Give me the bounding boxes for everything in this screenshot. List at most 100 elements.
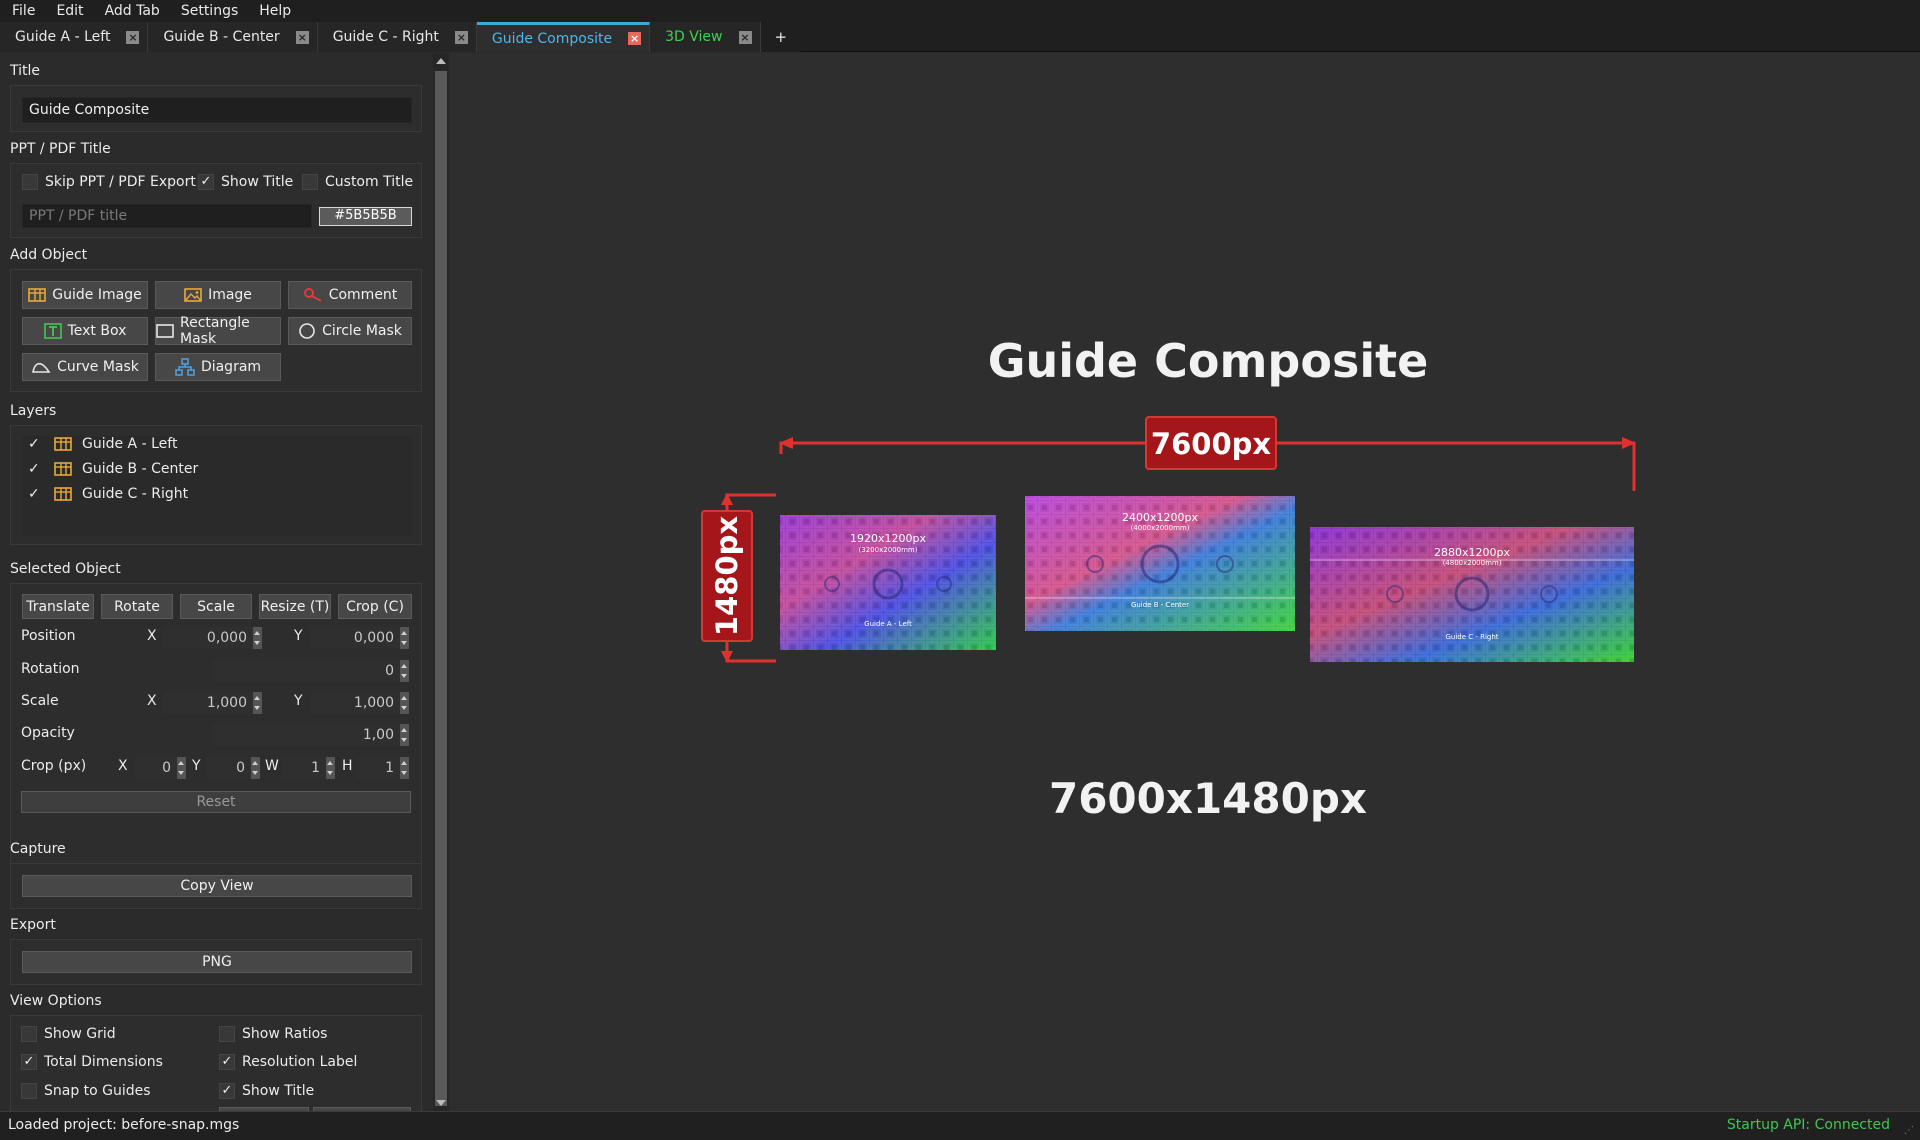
- scrollbar-thumb[interactable]: [435, 71, 447, 1106]
- position-x-input[interactable]: 0,000: [163, 627, 253, 649]
- crop-w-spinner[interactable]: [326, 757, 335, 779]
- checkbox-box[interactable]: [21, 1083, 37, 1099]
- comment-pin-icon: [303, 287, 323, 303]
- layer-item-guide-b[interactable]: ✓ Guide B - Center: [28, 461, 198, 477]
- checkbox-box[interactable]: ✓: [21, 1054, 37, 1070]
- menu-help[interactable]: Help: [247, 0, 300, 22]
- button-label: Comment: [328, 287, 398, 303]
- checkbox-label: Total Dimensions: [44, 1054, 163, 1070]
- opacity-spinner[interactable]: [400, 724, 409, 746]
- checkbox-box[interactable]: [302, 174, 318, 190]
- layer-name: Guide C - Right: [82, 486, 189, 502]
- menu-add-tab[interactable]: Add Tab: [93, 0, 169, 22]
- rotation-spinner[interactable]: [400, 660, 409, 682]
- menu-file[interactable]: File: [0, 0, 44, 22]
- position-y-input[interactable]: 0,000: [310, 627, 400, 649]
- guide-image-c[interactable]: 2880x1200px (4800x2000mm) Guide C - Righ…: [1310, 527, 1634, 662]
- panel-scrollbar[interactable]: [433, 53, 449, 1111]
- add-circle-mask-button[interactable]: Circle Mask: [288, 317, 412, 345]
- scale-y-input[interactable]: 1,000: [310, 692, 400, 714]
- menu-settings[interactable]: Settings: [169, 0, 247, 22]
- position-x-axis-label: X: [147, 628, 157, 644]
- show-ratios-checkbox[interactable]: Show Ratios: [219, 1026, 327, 1042]
- resize-mode-button[interactable]: Resize (T): [259, 594, 331, 619]
- checkbox-label: Show Ratios: [242, 1026, 328, 1042]
- copy-view-button[interactable]: Copy View: [22, 875, 412, 897]
- checkbox-box[interactable]: [219, 1026, 235, 1042]
- checkbox-box[interactable]: ✓: [198, 174, 214, 190]
- scale-x-spinner[interactable]: [253, 692, 262, 714]
- composite-canvas[interactable]: Guide Composite 7600px 1480px 1920x1200p…: [450, 53, 1920, 1111]
- add-image-button[interactable]: Image: [155, 281, 281, 309]
- ppt-group: Skip PPT / PDF Export ✓ Show Title Custo…: [10, 163, 422, 238]
- crop-h-spinner[interactable]: [400, 757, 409, 779]
- tab-label: Guide Composite: [491, 30, 613, 47]
- tab-guide-a[interactable]: Guide A - Left ×: [0, 22, 149, 52]
- opacity-input[interactable]: 1,00: [212, 724, 400, 746]
- scale-x-axis-label: X: [147, 693, 157, 709]
- title-input[interactable]: Guide Composite: [22, 97, 412, 123]
- checkbox-box[interactable]: ✓: [219, 1054, 235, 1070]
- tab-guide-composite[interactable]: Guide Composite ×: [476, 22, 651, 52]
- show-grid-checkbox[interactable]: Show Grid: [21, 1026, 116, 1042]
- position-y-spinner[interactable]: [400, 627, 409, 649]
- add-curve-mask-button[interactable]: Curve Mask: [22, 353, 148, 381]
- resolution-label-checkbox[interactable]: ✓ Resolution Label: [219, 1054, 357, 1070]
- ppt-title-input[interactable]: PPT / PDF title: [22, 204, 312, 228]
- close-icon[interactable]: ×: [295, 30, 309, 44]
- add-diagram-button[interactable]: Diagram: [155, 353, 281, 381]
- close-icon[interactable]: ×: [628, 32, 642, 45]
- checkbox-box[interactable]: ✓: [219, 1083, 235, 1099]
- title-color-swatch[interactable]: #5B5B5B: [319, 207, 412, 226]
- guide-image-a[interactable]: 1920x1200px (3200x2000mm) Guide A - Left: [780, 515, 996, 650]
- scale-mode-button[interactable]: Scale: [180, 594, 252, 619]
- crop-y-input[interactable]: 0: [206, 757, 251, 779]
- checkbox-label: Skip PPT / PDF Export: [45, 174, 196, 190]
- translate-mode-button[interactable]: Translate: [22, 594, 94, 619]
- menu-edit[interactable]: Edit: [44, 0, 92, 22]
- add-text-box-button[interactable]: Text Box: [22, 317, 148, 345]
- total-dimensions-checkbox[interactable]: ✓ Total Dimensions: [21, 1054, 163, 1070]
- crop-x-input[interactable]: 0: [134, 757, 177, 779]
- position-x-spinner[interactable]: [253, 627, 262, 649]
- add-tab-button[interactable]: +: [760, 22, 802, 52]
- close-icon[interactable]: ×: [126, 30, 140, 44]
- show-title-view-checkbox[interactable]: ✓ Show Title: [219, 1083, 314, 1099]
- skip-ppt-checkbox[interactable]: Skip PPT / PDF Export: [22, 174, 196, 190]
- snap-to-guides-checkbox[interactable]: Snap to Guides: [21, 1083, 151, 1099]
- add-rectangle-mask-button[interactable]: Rectangle Mask: [155, 315, 281, 347]
- export-png-button[interactable]: PNG: [22, 951, 412, 973]
- add-comment-button[interactable]: Comment: [288, 281, 412, 309]
- show-title-checkbox[interactable]: ✓ Show Title: [198, 174, 293, 190]
- visibility-check-icon[interactable]: ✓: [28, 486, 42, 502]
- tab-guide-c[interactable]: Guide C - Right ×: [317, 22, 477, 52]
- checkbox-label: Snap to Guides: [44, 1083, 151, 1099]
- tab-3d-view[interactable]: 3D View ×: [650, 22, 761, 52]
- tab-guide-b[interactable]: Guide B - Center ×: [148, 22, 318, 52]
- crop-x-spinner[interactable]: [177, 757, 186, 779]
- visibility-check-icon[interactable]: ✓: [28, 436, 42, 452]
- crop-mode-button[interactable]: Crop (C): [338, 594, 412, 619]
- crop-w-input[interactable]: 1: [282, 757, 326, 779]
- crop-y-spinner[interactable]: [251, 757, 260, 779]
- crop-h-input[interactable]: 1: [356, 757, 400, 779]
- scroll-up-arrow-icon[interactable]: [436, 58, 446, 64]
- scale-x-input[interactable]: 1,000: [163, 692, 253, 714]
- rotation-input[interactable]: 0: [212, 660, 400, 682]
- checkbox-box[interactable]: [22, 174, 38, 190]
- rotate-mode-button[interactable]: Rotate: [101, 594, 173, 619]
- reset-button[interactable]: Reset: [21, 791, 411, 813]
- close-icon[interactable]: ×: [738, 30, 752, 44]
- resize-grip-icon[interactable]: ⋰: [1904, 1125, 1914, 1136]
- add-guide-image-button[interactable]: Guide Image: [22, 281, 148, 309]
- layer-item-guide-a[interactable]: ✓ Guide A - Left: [28, 436, 177, 452]
- checkbox-box[interactable]: [21, 1026, 37, 1042]
- close-icon[interactable]: ×: [454, 30, 468, 44]
- scroll-down-arrow-icon[interactable]: [436, 1100, 446, 1106]
- scale-y-spinner[interactable]: [400, 692, 409, 714]
- layer-item-guide-c[interactable]: ✓ Guide C - Right: [28, 486, 188, 502]
- guide-image-b[interactable]: 2400x1200px (4000x2000mm) Guide B - Cent…: [1025, 496, 1295, 631]
- guide-size: (4000x2000mm): [1131, 524, 1190, 532]
- custom-title-checkbox[interactable]: Custom Title: [302, 174, 413, 190]
- visibility-check-icon[interactable]: ✓: [28, 461, 42, 477]
